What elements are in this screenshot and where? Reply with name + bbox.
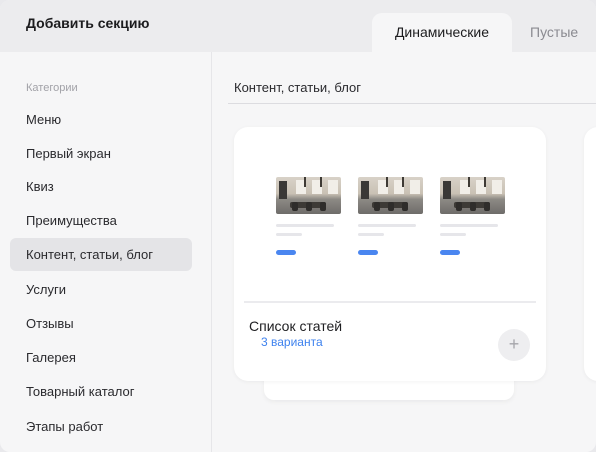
sidebar-item-content-articles-blog[interactable]: Контент, статьи, блог — [10, 238, 192, 271]
preview-article-3 — [440, 177, 505, 255]
preview-text-line — [358, 224, 416, 227]
sidebar-item-first-screen[interactable]: Первый экран — [10, 137, 192, 170]
sidebar-divider — [211, 52, 212, 452]
panel-header: Добавить секцию Динамические Пустые — [0, 0, 596, 52]
plus-icon: + — [508, 334, 520, 354]
preview-text-line — [276, 224, 334, 227]
sidebar-item-work-stages[interactable]: Этапы работ — [10, 410, 192, 443]
preview-text-line — [358, 233, 384, 236]
preview-button — [440, 250, 460, 255]
card-variants-link[interactable]: 3 варианта — [261, 335, 323, 349]
preview-button — [276, 250, 296, 255]
article-thumbnail — [358, 177, 423, 214]
panel-title: Добавить секцию — [26, 15, 150, 31]
card-divider — [244, 301, 536, 303]
sidebar-item-services[interactable]: Услуги — [10, 273, 192, 306]
preview-text-line — [440, 233, 466, 236]
sidebar-item-menu[interactable]: Меню — [10, 103, 192, 136]
preview-text-line — [440, 224, 498, 227]
section-title: Контент, статьи, блог — [234, 80, 361, 95]
card-preview — [244, 137, 536, 301]
add-section-button[interactable]: + — [498, 329, 530, 361]
section-card-next[interactable] — [584, 127, 596, 381]
sidebar-item-product-catalog[interactable]: Товарный каталог — [10, 375, 192, 408]
add-section-panel: Добавить секцию Динамические Пустые Кате… — [0, 0, 596, 452]
preview-text-line — [276, 233, 302, 236]
section-divider — [228, 103, 596, 104]
sidebar-item-advantages[interactable]: Преимущества — [10, 204, 192, 237]
category-sidebar: Категории Меню Первый экран Квиз Преимущ… — [0, 52, 212, 452]
preview-article-1 — [276, 177, 341, 255]
tab-empty[interactable]: Пустые — [530, 13, 578, 52]
section-card-article-list[interactable]: Список статей 3 варианта + — [234, 127, 546, 381]
article-thumbnail — [276, 177, 341, 214]
sidebar-item-gallery[interactable]: Галерея — [10, 341, 192, 374]
tab-dynamic[interactable]: Динамические — [372, 13, 512, 52]
preview-button — [358, 250, 378, 255]
sidebar-item-quiz[interactable]: Квиз — [10, 170, 192, 203]
card-title: Список статей — [249, 318, 343, 334]
sidebar-item-reviews[interactable]: Отзывы — [10, 307, 192, 340]
preview-article-2 — [358, 177, 423, 255]
article-thumbnail — [440, 177, 505, 214]
categories-label: Категории — [26, 82, 78, 94]
